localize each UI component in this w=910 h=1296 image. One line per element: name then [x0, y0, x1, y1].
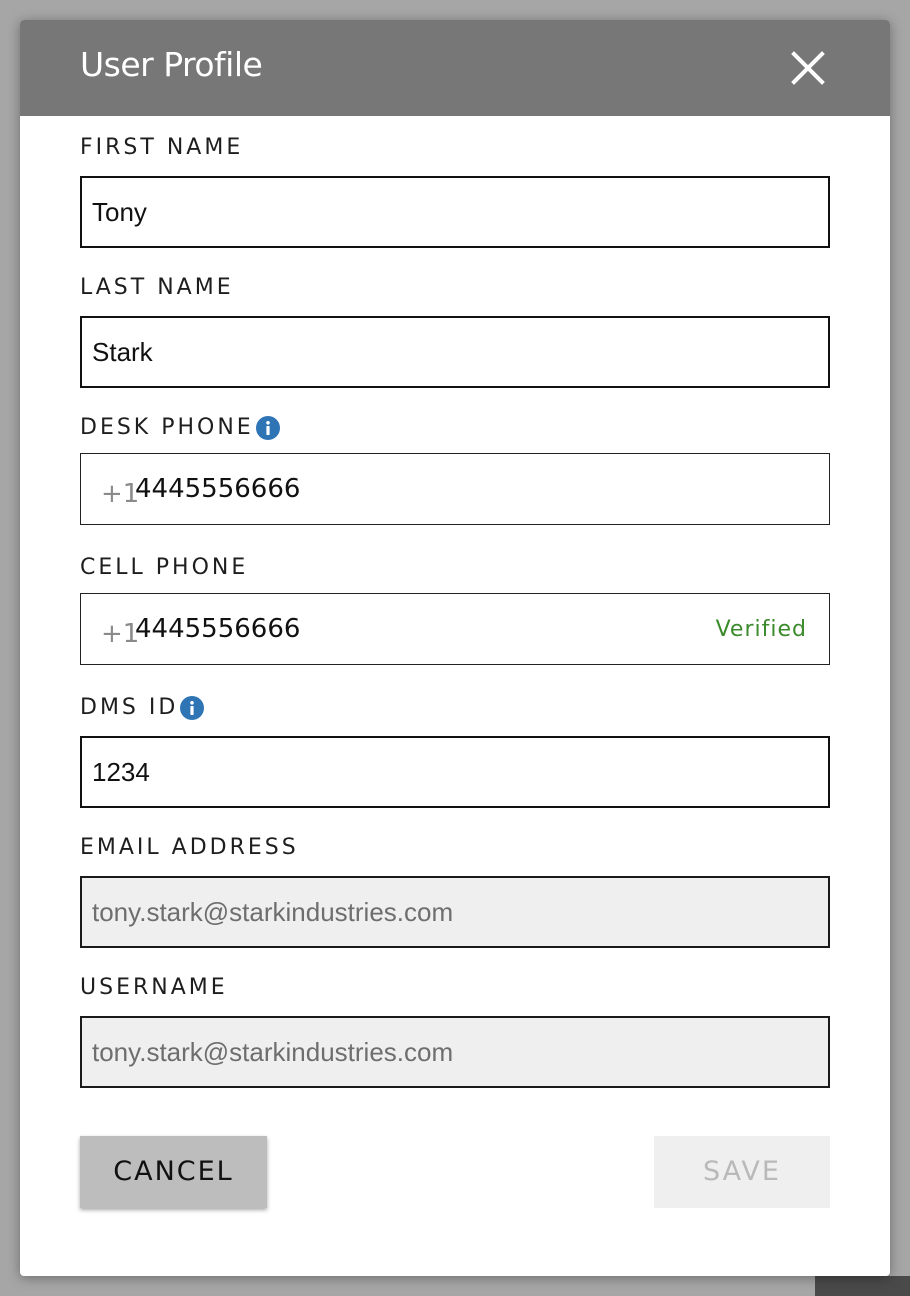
dialog-header: User Profile: [20, 20, 890, 116]
email-field-box: [80, 876, 830, 948]
dms-id-field-box: [80, 736, 830, 808]
dms-id-label-text: DMS ID: [80, 695, 179, 720]
info-icon[interactable]: [255, 416, 280, 440]
username-label-text: USERNAME: [80, 975, 228, 1000]
username-label: USERNAME: [80, 974, 228, 1002]
close-icon: [791, 51, 825, 85]
cell-phone-label-text: CELL PHONE: [80, 555, 249, 580]
email-label: EMAIL ADDRESS: [80, 834, 299, 862]
cell-phone-input[interactable]: [135, 594, 695, 664]
user-profile-dialog: User Profile FIRST NAME LAST NAME DESK P…: [20, 20, 890, 1276]
info-icon[interactable]: [180, 696, 205, 720]
desk-phone-label-text: DESK PHONE: [80, 415, 254, 440]
desk-phone-field-box: +1: [80, 453, 830, 525]
desk-phone-label: DESK PHONE: [80, 414, 280, 442]
dialog-title: User Profile: [80, 45, 263, 84]
first-name-label: FIRST NAME: [80, 134, 243, 162]
close-button[interactable]: [786, 46, 830, 90]
email-label-text: EMAIL ADDRESS: [80, 835, 299, 860]
first-name-field-box: [80, 176, 830, 248]
cancel-button[interactable]: CANCEL: [80, 1136, 267, 1208]
verified-status-badge: Verified: [715, 617, 807, 642]
first-name-label-text: FIRST NAME: [80, 135, 244, 160]
last-name-input[interactable]: [92, 318, 812, 386]
backdrop: [815, 1276, 910, 1296]
cell-phone-label: CELL PHONE: [80, 554, 248, 582]
email-input: [92, 878, 812, 946]
username-field-box: [80, 1016, 830, 1088]
dms-id-label: DMS ID: [80, 694, 205, 722]
last-name-label-text: LAST NAME: [80, 275, 234, 300]
save-button[interactable]: SAVE: [654, 1136, 830, 1208]
cell-phone-field-box: +1 Verified: [80, 593, 830, 665]
desk-phone-input[interactable]: [135, 454, 695, 524]
last-name-label: LAST NAME: [80, 274, 234, 302]
first-name-input[interactable]: [92, 178, 812, 246]
cell-phone-country-code: +1: [101, 619, 140, 649]
last-name-field-box: [80, 316, 830, 388]
desk-phone-country-code: +1: [101, 479, 140, 509]
username-input: [92, 1018, 812, 1086]
dms-id-input[interactable]: [92, 738, 812, 806]
